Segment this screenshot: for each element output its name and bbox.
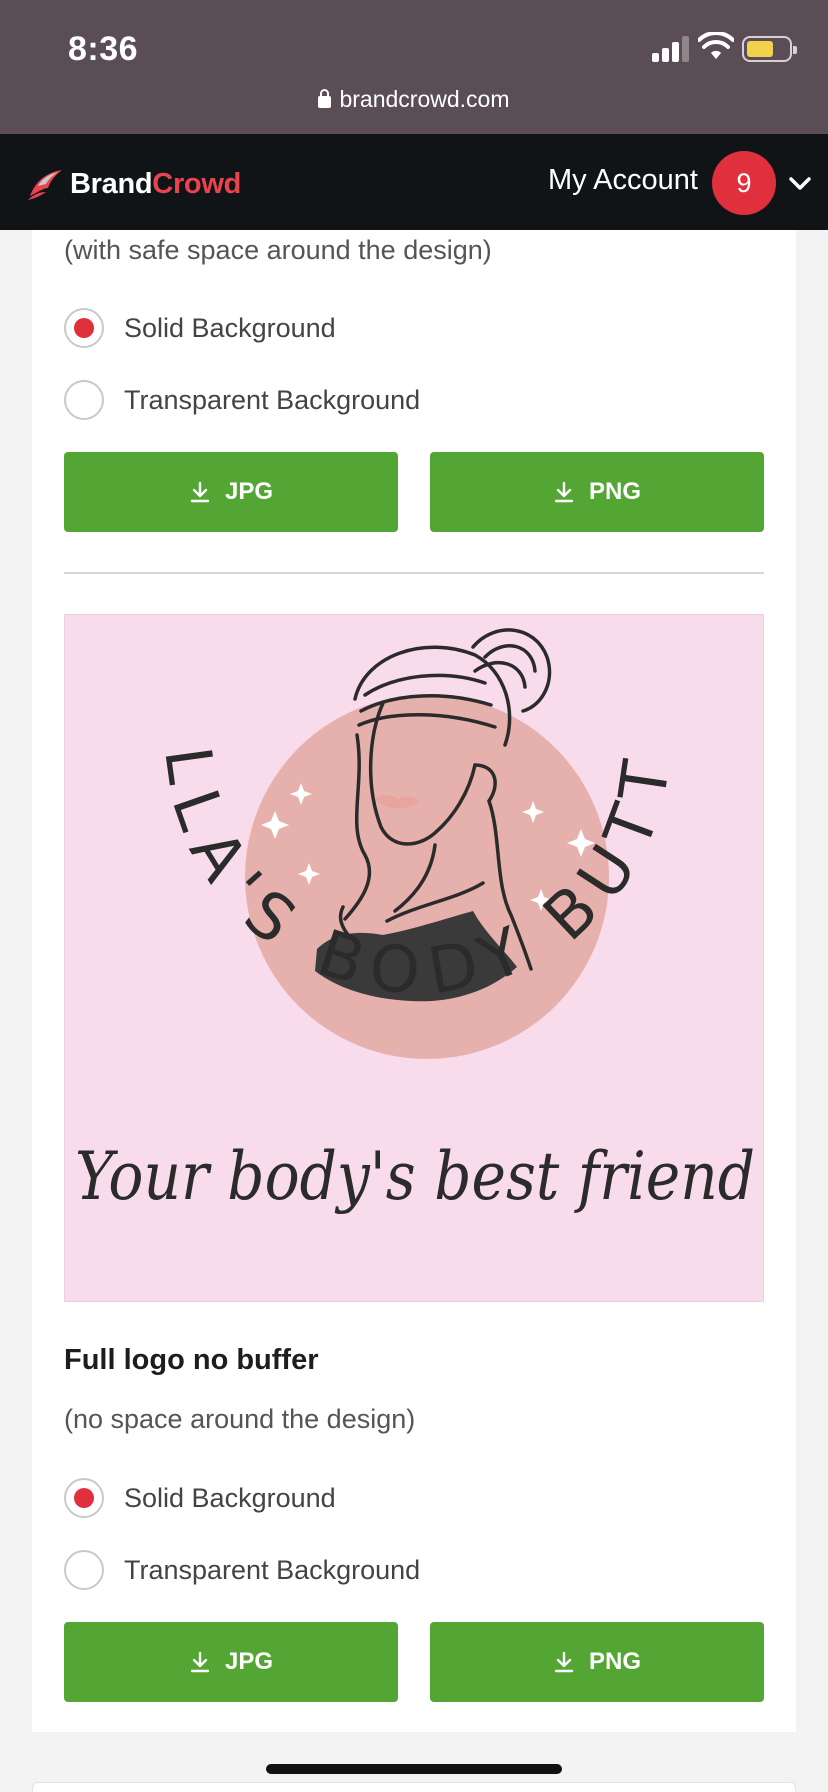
option-a-png-download-button[interactable]: PNG xyxy=(430,452,764,532)
option-b-png-download-button[interactable]: PNG xyxy=(430,1622,764,1702)
option-a-subtitle: (with safe space around the design) xyxy=(64,235,492,265)
app-header: BrandCrowd My Account xyxy=(0,134,828,230)
url-text: brandcrowd.com xyxy=(339,86,510,112)
png-label: PNG xyxy=(588,478,641,505)
radio-label: Transparent Background xyxy=(124,1554,421,1585)
option-a-jpg-download-button[interactable]: JPG xyxy=(64,452,398,532)
radio-button[interactable] xyxy=(64,380,104,420)
download-icon xyxy=(190,1651,210,1673)
logo-tagline: Your body's best friend xyxy=(75,1138,755,1215)
jpg-label: JPG xyxy=(224,1648,274,1675)
chevron-down-icon[interactable] xyxy=(788,172,812,196)
home-indicator[interactable] xyxy=(266,1764,562,1774)
option-b-title: Full logo no buffer xyxy=(64,1344,319,1376)
jpg-label: JPG xyxy=(224,478,274,505)
option-a-solid-background[interactable]: Solid Background xyxy=(64,306,336,350)
option-b-transparent-background[interactable]: Transparent Background xyxy=(64,1548,420,1592)
brandcrowd-logo-icon xyxy=(28,170,62,200)
lock-icon xyxy=(318,89,332,108)
radio-button[interactable] xyxy=(64,308,104,348)
wifi-icon xyxy=(698,32,734,59)
download-icon xyxy=(554,1651,574,1673)
notification-badge[interactable]: 9 xyxy=(712,151,776,215)
radio-button[interactable] xyxy=(64,1550,104,1590)
bellas-body-butter-logo: BELLA'S BODY BUTTER Your body's best fri… xyxy=(65,615,755,1215)
option-b-jpg-download-button[interactable]: JPG xyxy=(64,1622,398,1702)
section-divider xyxy=(64,572,764,574)
cellular-signal-icon xyxy=(652,36,690,62)
logo-preview: BELLA'S BODY BUTTER Your body's best fri… xyxy=(64,614,764,1302)
brandcrowd-wordmark: BrandCrowd xyxy=(70,167,242,200)
download-icon xyxy=(554,481,574,503)
my-account-link[interactable]: My Account xyxy=(548,164,698,197)
download-icon xyxy=(190,481,210,503)
status-bar: 8:36 brandcrowd.com xyxy=(0,0,828,134)
brandcrowd-logo[interactable]: BrandCrowd xyxy=(26,164,241,204)
option-b-subtitle: (no space around the design) xyxy=(64,1404,416,1434)
option-b-solid-background[interactable]: Solid Background xyxy=(64,1476,336,1520)
option-a-transparent-background[interactable]: Transparent Background xyxy=(64,378,420,422)
radio-label: Solid Background xyxy=(124,1482,336,1513)
radio-label: Transparent Background xyxy=(124,384,421,415)
status-time: 8:36 xyxy=(68,30,139,68)
radio-button[interactable] xyxy=(64,1478,104,1518)
battery-icon xyxy=(742,36,797,62)
radio-label: Solid Background xyxy=(124,312,336,343)
url-bar[interactable]: brandcrowd.com xyxy=(0,86,828,113)
next-card-edge xyxy=(32,1782,796,1792)
png-label: PNG xyxy=(588,1648,641,1675)
